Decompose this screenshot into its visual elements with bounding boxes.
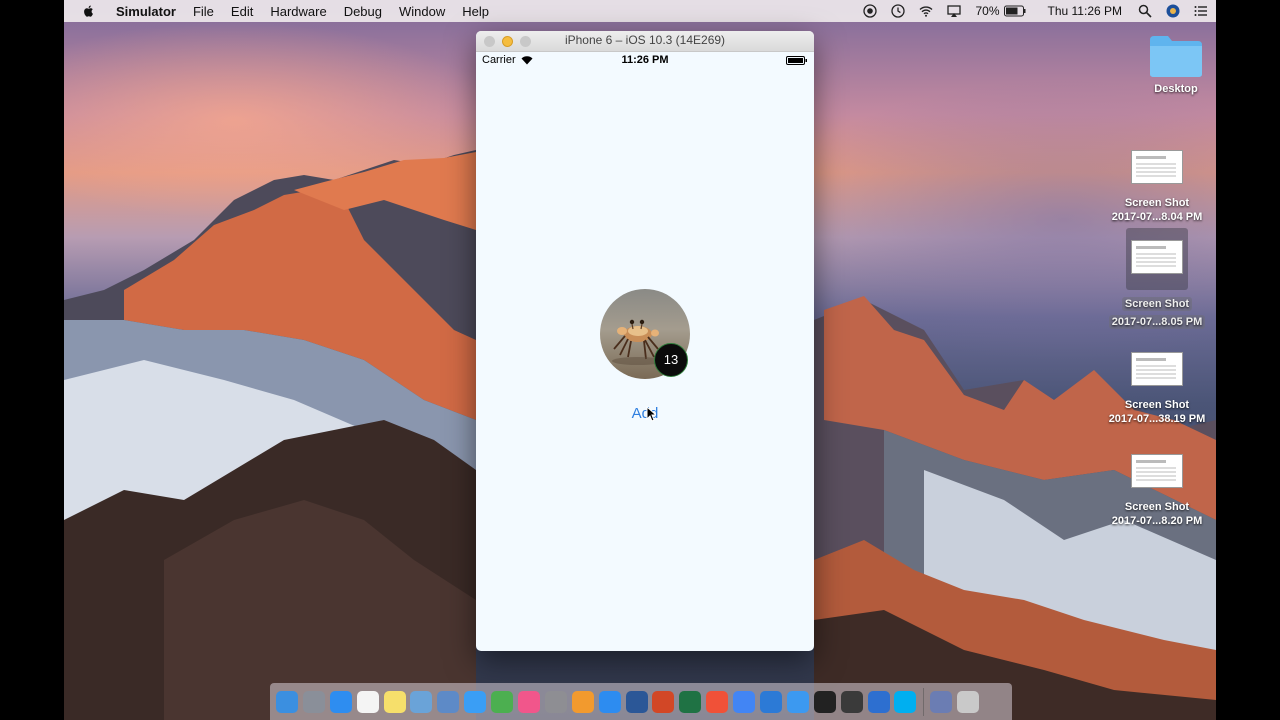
ios-status-bar: Carrier 11:26 PM [476,52,814,69]
notification-badge: 13 [654,343,688,377]
downloads-stack-icon[interactable] [930,690,953,713]
file-name-line1: Screen Shot [1124,501,1190,513]
screenshot-file-4[interactable]: Screen Shot 2017-07...8.20 PM [1097,442,1216,528]
file-name-line2: 2017-07...8.04 PM [1111,211,1203,223]
excel-icon[interactable] [679,690,702,713]
desktop-folder-label: Desktop [1154,83,1198,95]
messages-icon[interactable] [464,690,487,713]
airplay-icon[interactable] [947,4,962,18]
xcode-icon[interactable] [867,690,890,713]
file-name-line1: Screen Shot [1124,197,1190,209]
finder-icon[interactable] [276,690,298,713]
file-name-line1: Screen Shot [1121,297,1193,311]
itunes-icon[interactable] [518,690,541,713]
dock-separator [923,687,925,716]
notification-center-icon[interactable] [1194,4,1208,18]
app-store-icon[interactable] [598,690,621,713]
menu-clock[interactable]: Thu 11:26 PM [1048,4,1122,18]
dock [270,683,1012,720]
simulator-window[interactable]: iPhone 6 – iOS 10.3 (14E269) Carrier 11:… [476,31,814,651]
time-machine-icon[interactable] [891,4,906,18]
menu-file[interactable]: File [193,4,214,19]
menu-window[interactable]: Window [399,4,445,19]
ios-clock: 11:26 PM [621,54,669,66]
window-titlebar[interactable]: iPhone 6 – iOS 10.3 (14E269) [476,31,814,52]
menu-extras: 70% Thu 11:26 PM [863,0,1208,22]
launchpad-icon[interactable] [302,690,325,713]
menu-simulator[interactable]: Simulator [116,4,176,19]
desktop-folder[interactable]: Desktop [1116,32,1216,96]
menu-help[interactable]: Help [462,4,489,19]
swift-icon[interactable] [706,690,729,713]
screenshot-thumbnail [1131,352,1183,386]
safari-icon[interactable] [329,690,352,713]
desktop-screen: Simulator File Edit Hardware Debug Windo… [64,0,1216,720]
photos-icon[interactable] [437,690,460,713]
ios-battery-icon [786,56,807,65]
trash-icon[interactable] [957,690,980,713]
calendar-icon[interactable] [356,690,379,713]
preview-icon[interactable] [410,690,433,713]
apple-logo-icon[interactable] [82,4,96,18]
system-preferences-icon[interactable] [544,690,567,713]
menu-edit[interactable]: Edit [231,4,253,19]
battery-percent[interactable]: 70% [975,4,999,18]
ibooks-icon[interactable] [571,690,594,713]
wifi-icon[interactable] [919,4,933,18]
vscode-icon[interactable] [760,690,783,713]
skype-icon[interactable] [894,690,917,713]
screen-record-icon[interactable] [863,4,878,18]
screenshot-file-1[interactable]: Screen Shot 2017-07...8.04 PM [1097,138,1216,224]
powerpoint-icon[interactable] [652,690,675,713]
quicktime-icon[interactable] [840,690,863,713]
screenshot-thumbnail [1131,454,1183,488]
folder-icon [1150,36,1202,77]
menu-bar: Simulator File Edit Hardware Debug Windo… [64,0,1216,22]
menu-hardware[interactable]: Hardware [270,4,326,19]
screenshot-thumbnail [1131,240,1183,274]
terminal-icon[interactable] [813,690,836,713]
screenshot-file-2[interactable]: Screen Shot 2017-07...8.05 PM [1097,228,1216,330]
window-title: iPhone 6 – iOS 10.3 (14E269) [564,33,726,47]
chrome-icon[interactable] [733,690,756,713]
file-name-line1: Screen Shot [1124,399,1190,411]
notes-icon[interactable] [383,690,406,713]
spotlight-search-icon[interactable] [1138,4,1152,18]
user-avatar-icon[interactable] [1166,4,1180,18]
screenshot-thumbnail [1131,150,1183,184]
file-name-line2: 2017-07...38.19 PM [1108,413,1206,425]
android-studio-icon[interactable] [491,690,514,713]
battery-icon[interactable] [1003,5,1026,17]
add-button[interactable]: Add [616,405,674,422]
file-name-line2: 2017-07...8.05 PM [1108,315,1206,329]
menu-debug[interactable]: Debug [344,4,382,19]
screenshot-file-3[interactable]: Screen Shot 2017-07...38.19 PM [1097,340,1216,426]
file-name-line2: 2017-07...8.20 PM [1111,515,1203,527]
word-icon[interactable] [625,690,648,713]
mail-icon[interactable] [786,690,809,713]
mouse-pointer-icon [646,406,656,422]
